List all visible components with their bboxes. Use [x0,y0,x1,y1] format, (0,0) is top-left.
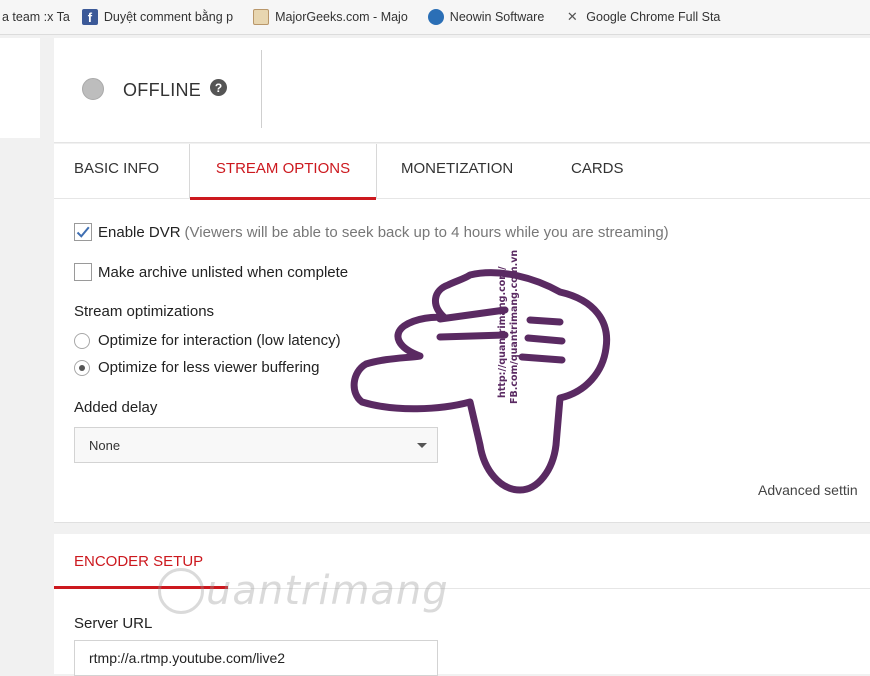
encoder-setup-card: ENCODER SETUP Server URL rtmp://a.rtmp.y… [54,534,870,676]
server-url-field[interactable]: rtmp://a.rtmp.youtube.com/live2 [74,640,438,676]
neowin-icon [427,9,444,25]
bookmark-label: a team :x Ta [2,10,70,24]
server-url-value: rtmp://a.rtmp.youtube.com/live2 [89,650,286,666]
advanced-settings-link[interactable]: Advanced settin [758,482,858,498]
dvr-option[interactable]: Enable DVR (Viewers will be able to seek… [74,223,669,241]
stream-status-card: OFFLINE ? [54,38,870,143]
archive-checkbox[interactable] [74,263,92,281]
dvr-hint: (Viewers will be able to seek back up to… [184,223,669,241]
facebook-icon: f [81,9,98,25]
divider [261,50,262,128]
encoder-setup-tab[interactable]: ENCODER SETUP [74,553,203,570]
stream-status-label: OFFLINE [123,80,202,100]
checkmark-icon [76,226,90,238]
bookmark-label: Duyệt comment bằng p [103,10,234,24]
radio-selected-dot [79,364,85,371]
tab-stream-options[interactable]: STREAM OPTIONS [189,144,377,200]
active-tab-underline [54,586,228,589]
bookmark-label: Google Chrome Full Sta [586,10,721,24]
archive-option[interactable]: Make archive unlisted when complete [74,263,348,281]
radio-button[interactable] [74,332,90,349]
tab-cards[interactable]: CARDS [571,144,624,198]
tab-monetization[interactable]: MONETIZATION [401,144,513,198]
majorgeeks-icon [253,9,270,25]
radio-low-latency[interactable]: Optimize for interaction (low latency) [74,332,341,349]
select-value: None [89,437,121,453]
bookmark-item[interactable]: f Duyệt comment bằng p [81,9,234,25]
bookmark-label: MajorGeeks.com - Majo [275,10,408,24]
bookmark-label: Neowin Software [449,10,545,24]
tab-bar: BASIC INFO STREAM OPTIONS MONETIZATION C… [54,144,870,200]
server-url-label: Server URL [74,615,153,632]
radio-less-buffering[interactable]: Optimize for less viewer buffering [74,359,319,376]
bookmark-item[interactable]: ✕ Google Chrome Full Sta [564,9,721,25]
bookmark-item[interactable]: a team :x Ta [2,10,70,24]
radio-label: Optimize for less viewer buffering [98,359,320,376]
dvr-checkbox[interactable] [74,223,92,241]
tab-basic-info[interactable]: BASIC INFO [74,144,159,198]
stream-optimizations-heading: Stream optimizations [74,303,215,320]
bookmark-item[interactable]: Neowin Software [427,9,545,25]
bookmarks-bar: a team :x Ta f Duyệt comment bằng p Majo… [0,0,870,35]
radio-button[interactable] [74,359,90,376]
dvr-label: Enable DVR [98,223,181,241]
chrome-setup-icon: ✕ [566,9,578,24]
added-delay-heading: Added delay [74,399,158,416]
status-indicator-icon [82,78,104,100]
help-icon[interactable]: ? [210,79,227,96]
sidebar-panel [0,38,40,138]
radio-label: Optimize for interaction (low latency) [98,332,341,349]
stream-settings-card: BASIC INFO STREAM OPTIONS MONETIZATION C… [54,144,870,523]
added-delay-select[interactable]: None [74,427,438,463]
bookmark-item[interactable]: MajorGeeks.com - Majo [253,9,408,25]
chevron-down-icon [417,443,427,448]
archive-label: Make archive unlisted when complete [98,263,349,281]
